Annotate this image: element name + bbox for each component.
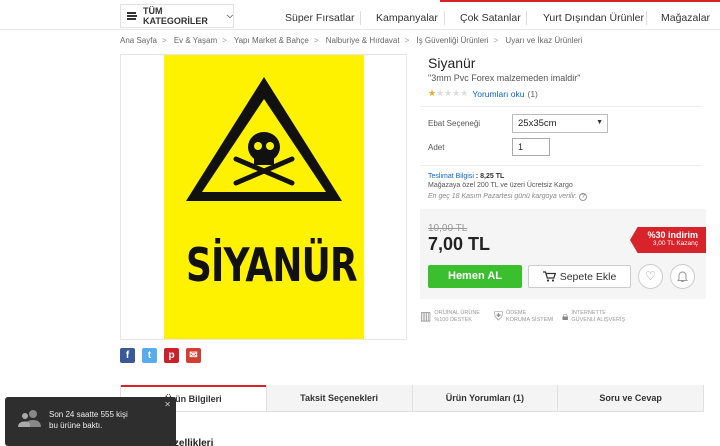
nav-divider (526, 11, 527, 25)
breadcrumb-link[interactable]: Ev & Yaşam (174, 36, 217, 45)
breadcrumb-link[interactable]: Ana Sayfa (120, 36, 157, 45)
badge-line: ORİJİNAL ÜRÜNE (434, 310, 480, 316)
reviews-count: (1) (527, 88, 538, 99)
viewers-toast: Son 24 saatte 555 kişi bu ürüne baktı. ✕ (5, 397, 176, 446)
nav-divider (646, 11, 647, 25)
nav-campaigns[interactable]: Kampanyalar (376, 12, 438, 24)
social-share: f t p ✉ (120, 348, 201, 363)
add-to-cart-label: Sepete Ekle (559, 270, 617, 283)
breadcrumb-link[interactable]: İş Güvenliği Ürünleri (416, 36, 488, 45)
shipping-price: : 8,25 TL (475, 173, 505, 180)
shield-icon: ⛨ (494, 309, 504, 324)
price-box: 10,00 TL 7,00 TL %30 indirim 3,00 TL Kaz… (420, 209, 706, 299)
skull-warning-triangle-icon (186, 77, 342, 201)
heart-icon: ♡ (645, 269, 656, 283)
nav-imported-products[interactable]: Yurt Dışından Ürünler (543, 12, 644, 24)
old-price: 10,00 TL (428, 223, 468, 234)
users-icon (18, 410, 41, 427)
size-select[interactable]: 25x35cm ▼ (512, 114, 608, 133)
pinterest-icon[interactable]: p (164, 348, 179, 363)
breadcrumb-link[interactable]: Yapı Market & Bahçe (234, 36, 309, 45)
reviews-link[interactable]: Yorumları oku (472, 89, 524, 99)
tab-questions[interactable]: Soru ve Cevap (557, 385, 703, 411)
discount-saving: 3,00 TL Kazanç (652, 240, 698, 247)
size-label: Ebat Seçeneği (428, 119, 481, 128)
all-categories-button[interactable]: TÜM KATEGORİLER ⌵ (120, 4, 234, 28)
secure-shopping-badge: 🔒︎ İNTERNETTE GÜVENLİ ALIŞVERİŞ (562, 310, 625, 323)
twitter-icon[interactable]: t (142, 348, 157, 363)
breadcrumb-separator: > (161, 36, 167, 45)
price-alarm-button[interactable] (670, 264, 695, 289)
all-categories-label: TÜM KATEGORİLER (142, 6, 208, 26)
shipping-info-link[interactable]: Teslimat Bilgisi (428, 173, 474, 180)
rating-stars-icon: ★★★★★ (428, 88, 469, 98)
top-navigation: TÜM KATEGORİLER ⌵ Süper Fırsatlar Kampan… (0, 0, 720, 30)
add-to-cart-button[interactable]: Sepete Ekle (528, 265, 631, 288)
barcode-icon: ▥ (420, 309, 432, 324)
chevron-down-icon: ▼ (596, 119, 603, 126)
help-icon[interactable]: ? (579, 193, 588, 201)
cart-icon (542, 271, 556, 282)
badge-line: İNTERNETTE (571, 310, 606, 316)
original-product-badge: ▥ ORİJİNAL ÜRÜNE %100 DESTEK (420, 310, 480, 323)
quantity-input[interactable]: 1 (512, 138, 550, 156)
current-price: 7,00 TL (428, 234, 491, 254)
sign-text: SİYANÜR (186, 238, 358, 292)
product-tabs: Ürün Bilgileri Taksit Seçenekleri Ürün Y… (120, 385, 704, 412)
product-title: Siyanür (428, 55, 476, 71)
nav-super-deals[interactable]: Süper Fırsatlar (285, 12, 354, 24)
nav-divider (444, 11, 445, 25)
breadcrumb-separator: > (404, 36, 410, 45)
badge-line: KORUMA SİSTEMİ (506, 316, 554, 323)
breadcrumb-link[interactable]: Uyarı ve İkaz Ürünleri (505, 36, 582, 45)
lock-icon: 🔒︎ (562, 309, 569, 324)
size-select-value: 25x35cm (518, 118, 557, 129)
favorite-button[interactable]: ♡ (638, 264, 663, 289)
hamburger-icon (127, 12, 137, 20)
product-rating: ★★★★★ Yorumları oku (1) (428, 88, 538, 99)
product-subtitle: "3mm Pvc Forex malzemeden imaldir" (428, 73, 581, 83)
breadcrumb-separator: > (222, 36, 227, 45)
chevron-down-icon: ⌵ (226, 11, 233, 20)
nav-stores[interactable]: Mağazalar (661, 12, 710, 24)
breadcrumb-separator: > (493, 36, 499, 45)
quantity-label: Adet (428, 143, 445, 152)
product-image[interactable]: SİYANÜR (120, 54, 407, 340)
email-icon[interactable]: ✉ (186, 348, 201, 363)
facebook-icon[interactable]: f (120, 348, 135, 363)
tab-installments[interactable]: Taksit Seçenekleri (265, 385, 412, 411)
nav-accent-line (440, 0, 720, 2)
shipping-date-text: En geç 18 Kasım Pazartesi günü kargoya v… (428, 193, 578, 200)
buy-now-button[interactable]: Hemen AL (428, 265, 522, 288)
shipping-date: En geç 18 Kasım Pazartesi günü kargoya v… (428, 193, 588, 201)
badge-line: GÜVENLİ ALIŞVERİŞ (571, 316, 626, 323)
badge-line: %100 DESTEK (434, 316, 472, 323)
discount-percent: %30 indirim (647, 230, 698, 240)
payment-protection-badge: ⛨ ÖDEME KORUMA SİSTEMİ (494, 310, 553, 323)
breadcrumb: Ana Sayfa > Ev & Yaşam > Yapı Market & Bah… (120, 36, 582, 45)
toast-line: Son 24 saatte 555 kişi (49, 410, 128, 419)
breadcrumb-link[interactable]: Nalburiye & Hırdavat (326, 36, 400, 45)
divider (420, 165, 702, 166)
shipping-info: Teslimat Bilgisi : 8,25 TL (428, 173, 504, 180)
breadcrumb-separator: > (313, 36, 319, 45)
toast-line: bu ürüne baktı. (49, 421, 103, 430)
discount-badge: %30 indirim 3,00 TL Kazanç (630, 227, 706, 253)
close-icon[interactable]: ✕ (164, 400, 171, 409)
nav-best-sellers[interactable]: Çok Satanlar (460, 12, 521, 24)
bell-icon (677, 271, 688, 282)
divider (420, 106, 702, 107)
nav-divider (360, 11, 361, 25)
toast-message: Son 24 saatte 555 kişi bu ürüne baktı. (49, 409, 128, 431)
tab-reviews[interactable]: Ürün Yorumları (1) (411, 385, 558, 411)
warning-sign: SİYANÜR (164, 55, 364, 339)
badge-line: ÖDEME (506, 310, 527, 316)
free-shipping-note: Mağazaya özel 200 TL ve üzeri Ücretsiz K… (428, 182, 573, 189)
